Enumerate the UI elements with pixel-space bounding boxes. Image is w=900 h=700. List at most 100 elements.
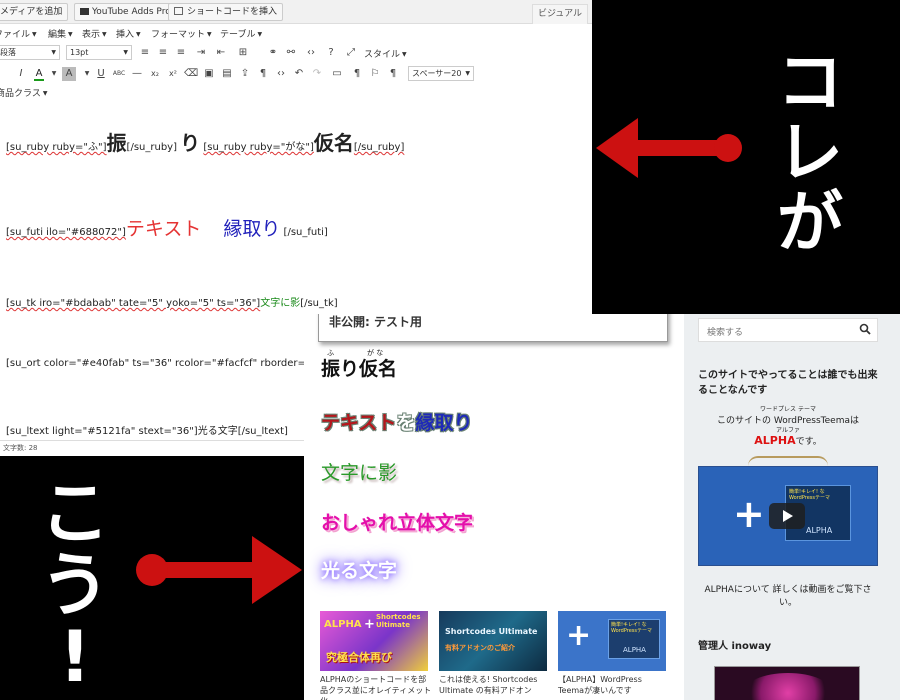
- editor-menubar: ファイル▼ 編集▼ 表示▼ 挿入▼ フォーマット▼ テーブル▼: [0, 24, 592, 42]
- outdent-icon[interactable]: ⇤: [214, 46, 228, 60]
- thumbnail-1-caption[interactable]: ALPHAのショートコードを部品クラス並にオレイティメット化: [320, 674, 432, 700]
- menu-view[interactable]: 表示 ▼: [82, 27, 107, 40]
- menu-table[interactable]: テーブル ▼: [220, 27, 262, 40]
- futi-demo-wo: を: [396, 412, 416, 434]
- video-play-button[interactable]: [769, 503, 805, 529]
- align-right-icon[interactable]: ≡: [174, 46, 188, 60]
- thumb-1-line-3: 究極合体再び: [326, 651, 392, 664]
- abc-strikethrough-icon[interactable]: ABC: [112, 67, 126, 81]
- bottom-label-char-1: こ: [40, 472, 110, 554]
- pilcrow-icon[interactable]: ¶: [350, 67, 364, 81]
- top-label-char-3: が: [777, 184, 843, 261]
- thumbnail-3[interactable]: + 簡単!キレイ! な WordPressテーマ ALPHA: [558, 611, 666, 671]
- search-box[interactable]: 検索する: [698, 318, 878, 342]
- admin-avatar: [714, 666, 860, 700]
- avatar-pattern: [743, 673, 833, 700]
- unlink-icon[interactable]: ⚯: [284, 46, 298, 60]
- text-color-icon[interactable]: A: [32, 67, 46, 81]
- alpha-brand-text: ALPHA: [754, 434, 796, 447]
- undo-icon[interactable]: ↶: [292, 67, 306, 81]
- font-size-select[interactable]: 13pt ▼: [66, 45, 132, 60]
- background-color-icon[interactable]: A: [62, 67, 76, 81]
- ruby-furigana-2: が な: [367, 349, 384, 357]
- insert-shortcode-button[interactable]: ショートコードを挿入: [168, 3, 284, 21]
- add-media-button[interactable]: メディアを追加: [0, 3, 68, 21]
- horizontal-line-icon[interactable]: —: [130, 67, 144, 81]
- chevron-down-icon[interactable]: ▼: [80, 67, 94, 81]
- menu-format[interactable]: フォーマット ▼: [151, 27, 212, 40]
- paragraph-format-select[interactable]: 段落 ▼: [0, 45, 60, 60]
- paste-icon[interactable]: ▣: [202, 67, 216, 81]
- thumbnail-2[interactable]: Shortcodes Ultimate 有料アドオンのご紹介: [439, 611, 547, 671]
- menu-edit[interactable]: 編集 ▼: [48, 27, 73, 40]
- spacer-select-value: スペーサー20: [412, 69, 462, 78]
- thumb-3-line-1: 簡単!キレイ! な WordPressテーマ: [611, 622, 653, 634]
- fullscreen-icon[interactable]: ⤢: [344, 46, 358, 60]
- indent-icon[interactable]: ⇥: [194, 46, 208, 60]
- source-code-icon[interactable]: ‹›: [274, 67, 288, 81]
- image-icon[interactable]: ▤: [220, 67, 234, 81]
- paragraph-mark-icon[interactable]: ¶: [256, 67, 270, 81]
- menu-view-label: 表示: [82, 30, 101, 40]
- thumbnail-1[interactable]: ALPHA + Shortcodes Ultimate 究極合体再び: [320, 611, 428, 671]
- upload-icon[interactable]: ⇪: [238, 67, 252, 81]
- bottom-annotation-label: こ う !: [30, 478, 120, 692]
- video-plus: +: [733, 492, 765, 536]
- code-icon[interactable]: ‹›: [304, 46, 318, 60]
- futi-red-text: テキスト: [125, 218, 202, 240]
- thumb-1-plus: +: [364, 617, 375, 632]
- help-icon[interactable]: ?: [324, 46, 338, 60]
- tab-visual[interactable]: ビジュアル: [532, 4, 588, 24]
- editor-toolbar-row-2: I A ▼ A ▼ U ABC — x₂ x² ⌫ ▣ ▤ ⇪ ¶ ‹› ↶ ↷…: [0, 63, 592, 85]
- product-class-dropdown[interactable]: 商品クラス ▼: [0, 86, 47, 99]
- ruby-kanji-2: 仮名: [313, 131, 354, 155]
- post-title: 非公開: テスト用: [329, 315, 422, 329]
- spacer-select[interactable]: スペーサー20 ▼: [408, 66, 474, 81]
- eraser-icon[interactable]: ⌫: [184, 67, 198, 81]
- italic-icon[interactable]: I: [14, 67, 28, 81]
- add-media-label: メディアを追加: [0, 7, 63, 17]
- pilcrow-icon[interactable]: ¶: [386, 67, 400, 81]
- shortcode-icon: [174, 7, 183, 15]
- ruby-open-1: [su_ruby ruby="ふ"]: [6, 142, 107, 153]
- menu-edit-label: 編集: [48, 30, 67, 40]
- menu-file-label: ファイル: [0, 30, 31, 40]
- menu-format-label: フォーマット: [151, 30, 206, 40]
- chevron-down-icon: ▼: [32, 31, 37, 38]
- futi-open: [su_futi ilo="#688072"]: [6, 227, 126, 238]
- thumbnail-3-caption[interactable]: 【ALPHA】WordPress Teemaが凄いんです: [558, 674, 670, 696]
- youtube-adds-pro-button[interactable]: YouTube Adds Pro: [74, 3, 177, 21]
- video-embed[interactable]: + 簡単!キレイ! な WordPressテーマ ALPHA: [698, 466, 878, 566]
- thumb-2-line-2: 有料アドオンのご紹介: [445, 644, 515, 652]
- link-icon[interactable]: ⚭: [266, 46, 280, 60]
- futi-close: [/su_futi]: [283, 227, 328, 238]
- menu-file[interactable]: ファイル▼: [0, 27, 37, 40]
- search-placeholder: 検索する: [707, 328, 744, 338]
- thumbnail-2-caption[interactable]: これは使える! Shortcodes Ultimate の有料アドオン: [439, 674, 551, 696]
- top-annotation-label: コ レ が: [770, 50, 850, 256]
- align-center-icon[interactable]: ≡: [156, 46, 170, 60]
- style-dropdown[interactable]: スタイル ▼: [364, 47, 407, 60]
- superscript-icon[interactable]: x²: [166, 67, 180, 81]
- read-more-icon[interactable]: ▭: [330, 67, 344, 81]
- chevron-down-icon: ▼: [68, 31, 73, 38]
- table-icon[interactable]: ⊞: [236, 46, 250, 60]
- chevron-down-icon[interactable]: ▼: [47, 67, 61, 81]
- futi-shortcode-line: [su_futi ilo="#688072"]テキスト 縁取り [/su_futi…: [6, 214, 328, 241]
- search-icon[interactable]: [859, 323, 871, 335]
- bookmark-icon[interactable]: ⚐: [368, 67, 382, 81]
- ruby-open-2: [su_ruby ruby="がな"]: [203, 142, 314, 153]
- top-label-char-2: レ: [777, 114, 843, 191]
- thumb-3-plus: +: [566, 618, 592, 653]
- underline-icon[interactable]: U: [94, 67, 108, 81]
- ruby-shortcode-line: [su_ruby ruby="ふ"]振[/su_ruby] り [su_ruby…: [6, 127, 404, 156]
- menu-insert[interactable]: 挿入 ▼: [116, 27, 141, 40]
- chevron-down-icon: ▼: [42, 90, 48, 97]
- subscript-icon[interactable]: x₂: [148, 67, 162, 81]
- chevron-down-icon: ▼: [102, 31, 107, 38]
- redo-icon[interactable]: ↷: [310, 67, 324, 81]
- align-left-icon[interactable]: ≡: [138, 46, 152, 60]
- ruby-demo: ふ 振 り が な 仮名: [321, 349, 397, 381]
- chevron-down-icon: ▼: [207, 31, 212, 38]
- video-title: 簡単!キレイ! な WordPressテーマ: [789, 489, 831, 501]
